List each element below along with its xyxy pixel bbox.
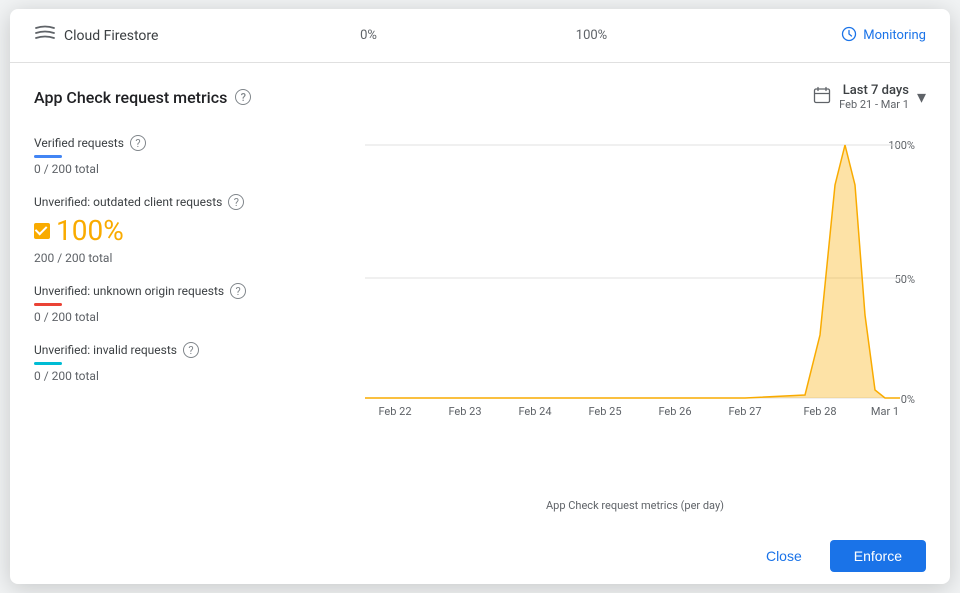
metric-invalid-label: Unverified: invalid requests ? <box>34 342 344 358</box>
metric-unknown-text: Unverified: unknown origin requests <box>34 284 224 298</box>
section-title-area: App Check request metrics ? <box>34 88 251 107</box>
service-section: Cloud Firestore <box>34 23 257 48</box>
metric-unknown-line <box>34 303 62 306</box>
dialog-footer: Close Enforce <box>10 528 950 584</box>
svg-text:Feb 26: Feb 26 <box>658 405 691 415</box>
chart-svg-container: 100% 50% 0% <box>344 135 926 495</box>
metric-unknown-label: Unverified: unknown origin requests ? <box>34 283 344 299</box>
monitoring-link[interactable]: Monitoring <box>703 26 926 46</box>
pct-zero: 0% <box>257 28 480 43</box>
chevron-down-icon: ▾ <box>917 87 926 108</box>
svg-text:Feb 27: Feb 27 <box>728 405 761 415</box>
metric-verified-label: Verified requests ? <box>34 135 344 151</box>
metric-invalid-line <box>34 362 62 365</box>
metric-verified-value: 0 / 200 total <box>34 162 344 176</box>
metric-verified-text: Verified requests <box>34 136 124 150</box>
chart-svg: 100% 50% 0% <box>344 135 926 415</box>
metric-invalid: Unverified: invalid requests ? 0 / 200 t… <box>34 342 344 383</box>
date-picker[interactable]: Last 7 days Feb 21 - Mar 1 ▾ <box>813 83 926 111</box>
metric-unknown-help[interactable]: ? <box>230 283 246 299</box>
metric-outdated-checkbox <box>34 223 50 239</box>
metric-invalid-value: 0 / 200 total <box>34 369 344 383</box>
section-header: App Check request metrics ? Last 7 days … <box>34 83 926 111</box>
metric-outdated: Unverified: outdated client requests ? 1… <box>34 194 344 265</box>
metric-outdated-label: Unverified: outdated client requests ? <box>34 194 344 210</box>
metrics-left: Verified requests ? 0 / 200 total Unveri… <box>34 135 344 512</box>
chart-area-fill <box>365 145 900 398</box>
title-help-icon[interactable]: ? <box>235 89 251 105</box>
metric-verified-line <box>34 155 62 158</box>
svg-text:Feb 28: Feb 28 <box>803 405 836 415</box>
metric-outdated-value: 200 / 200 total <box>34 251 344 265</box>
top-bar: Cloud Firestore 0% 100% Monitoring <box>10 9 950 63</box>
svg-text:Feb 23: Feb 23 <box>448 405 481 415</box>
metric-invalid-help[interactable]: ? <box>183 342 199 358</box>
metric-verified: Verified requests ? 0 / 200 total <box>34 135 344 176</box>
service-name: Cloud Firestore <box>64 28 158 44</box>
close-button[interactable]: Close <box>750 540 818 572</box>
svg-text:Feb 22: Feb 22 <box>378 405 411 415</box>
enforce-button[interactable]: Enforce <box>830 540 926 572</box>
metric-outdated-pct: 100% <box>56 214 124 247</box>
chart-x-axis-label: App Check request metrics (per day) <box>344 499 926 512</box>
metric-unknown-value: 0 / 200 total <box>34 310 344 324</box>
section-title-text: App Check request metrics <box>34 88 227 107</box>
svg-text:0%: 0% <box>901 393 915 406</box>
metric-outdated-text: Unverified: outdated client requests <box>34 195 222 209</box>
monitoring-label: Monitoring <box>863 28 926 43</box>
firestore-icon <box>34 23 56 48</box>
date-range-sub: Feb 21 - Mar 1 <box>839 98 909 111</box>
dialog: Cloud Firestore 0% 100% Monitoring App C… <box>10 9 950 584</box>
metric-outdated-big: 100% <box>34 214 344 247</box>
svg-text:Feb 24: Feb 24 <box>518 405 551 415</box>
svg-text:Mar 1: Mar 1 <box>871 405 899 415</box>
calendar-icon <box>813 86 831 109</box>
clock-icon <box>841 26 857 46</box>
metric-unknown: Unverified: unknown origin requests ? 0 … <box>34 283 344 324</box>
date-range: Last 7 days Feb 21 - Mar 1 <box>839 83 909 111</box>
metric-verified-help[interactable]: ? <box>130 135 146 151</box>
metrics-area: Verified requests ? 0 / 200 total Unveri… <box>34 135 926 512</box>
chart-area: 100% 50% 0% <box>344 135 926 512</box>
metric-outdated-help[interactable]: ? <box>228 194 244 210</box>
svg-text:Feb 25: Feb 25 <box>588 405 621 415</box>
main-content: App Check request metrics ? Last 7 days … <box>10 63 950 528</box>
metric-invalid-text: Unverified: invalid requests <box>34 343 177 357</box>
svg-text:50%: 50% <box>895 273 915 286</box>
pct-hundred: 100% <box>480 28 703 43</box>
date-range-title: Last 7 days <box>839 83 909 98</box>
